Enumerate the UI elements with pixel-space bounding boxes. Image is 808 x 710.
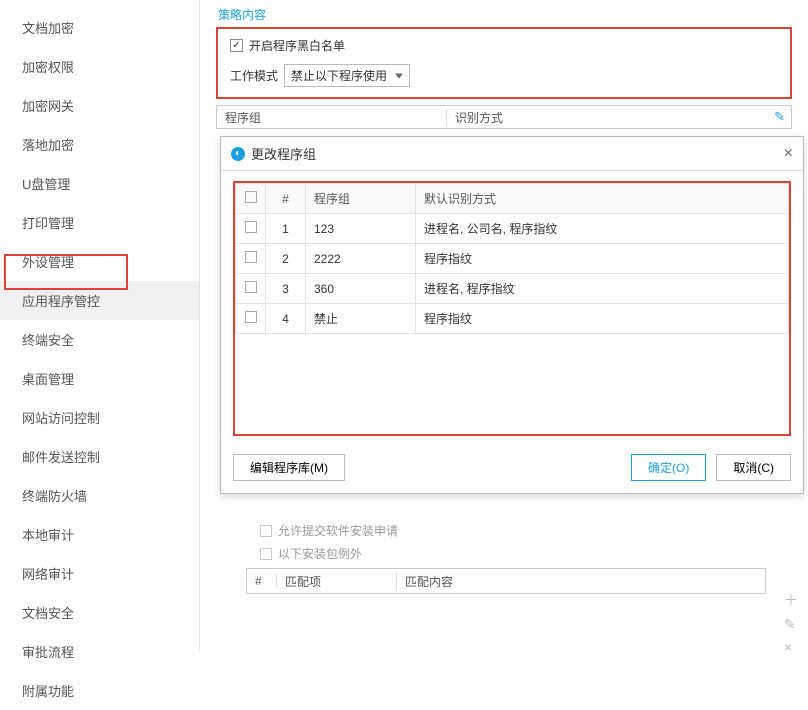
table-row[interactable]: 4 禁止 程序指纹 xyxy=(236,304,789,334)
sidebar-item-net-audit[interactable]: 网络审计 xyxy=(0,554,199,593)
sidebar: 文档加密 加密权限 加密网关 落地加密 U盘管理 打印管理 外设管理 应用程序管… xyxy=(0,0,200,651)
policy-section-title: 策略内容 xyxy=(216,6,792,23)
col-program-group: 程序组 xyxy=(217,109,447,126)
edit-program-lib-button[interactable]: 编辑程序库(M) xyxy=(233,454,345,481)
col-group: 程序组 xyxy=(306,184,416,214)
sidebar-item-mail-control[interactable]: 邮件发送控制 xyxy=(0,437,199,476)
installer-exception-label: 以下安装包例外 xyxy=(278,545,362,562)
grid-header-row: # 程序组 默认识别方式 xyxy=(236,184,789,214)
col-idx: # xyxy=(247,574,277,588)
cancel-button[interactable]: 取消(C) xyxy=(716,454,791,481)
sidebar-item-web-access[interactable]: 网站访问控制 xyxy=(0,398,199,437)
table-row[interactable]: 3 360 进程名, 程序指纹 xyxy=(236,274,789,304)
enable-blacklist-checkbox[interactable]: ✓ xyxy=(230,39,243,52)
table-row[interactable]: 2 2222 程序指纹 xyxy=(236,244,789,274)
pencil-icon[interactable]: ✎ xyxy=(784,616,798,633)
close-icon[interactable]: × xyxy=(784,145,793,163)
sidebar-item-endpoint-sec[interactable]: 终端安全 xyxy=(0,320,199,359)
enable-blacklist-label: 开启程序黑白名单 xyxy=(249,37,345,54)
col-number: # xyxy=(266,184,306,214)
select-all-checkbox[interactable] xyxy=(245,191,257,203)
program-table-header: 程序组 识别方式 ✎ xyxy=(216,105,792,129)
sidebar-item-local-audit[interactable]: 本地审计 xyxy=(0,515,199,554)
row-checkbox[interactable] xyxy=(245,251,257,263)
sidebar-item-device-mgmt[interactable]: 外设管理 xyxy=(0,242,199,281)
col-default-detect: 默认识别方式 xyxy=(416,184,789,214)
row-checkbox[interactable] xyxy=(245,311,257,323)
close-icon[interactable]: × xyxy=(784,639,798,655)
sidebar-item-aux[interactable]: 附属功能 xyxy=(0,671,199,710)
work-mode-label: 工作模式 xyxy=(230,67,278,84)
policy-config-box: ✓ 开启程序黑白名单 工作模式 禁止以下程序使用 xyxy=(216,27,792,99)
sidebar-item-encrypt-perm[interactable]: 加密权限 xyxy=(0,47,199,86)
exception-table: # 匹配项 匹配内容 xyxy=(246,568,766,594)
plus-icon[interactable]: ＋ xyxy=(784,590,798,610)
col-match-field: 匹配项 xyxy=(277,573,397,590)
work-mode-select[interactable]: 禁止以下程序使用 xyxy=(284,64,410,87)
row-checkbox[interactable] xyxy=(245,221,257,233)
pencil-icon[interactable]: ✎ xyxy=(774,109,785,125)
sidebar-item-approval[interactable]: 审批流程 xyxy=(0,632,199,671)
table-row[interactable]: 1 123 进程名, 公司名, 程序指纹 xyxy=(236,214,789,244)
dialog-title: 更改程序组 xyxy=(251,144,784,163)
installer-exception-checkbox[interactable] xyxy=(260,548,272,560)
row-checkbox[interactable] xyxy=(245,281,257,293)
ok-button[interactable]: 确定(O) xyxy=(631,454,706,481)
sidebar-item-print-mgmt[interactable]: 打印管理 xyxy=(0,203,199,242)
sidebar-item-encrypt-gateway[interactable]: 加密网关 xyxy=(0,86,199,125)
allow-install-request-label: 允许提交软件安装申请 xyxy=(278,522,398,539)
sidebar-item-land-encrypt[interactable]: 落地加密 xyxy=(0,125,199,164)
sidebar-item-doc-sec[interactable]: 文档安全 xyxy=(0,593,199,632)
sidebar-item-desktop-mgmt[interactable]: 桌面管理 xyxy=(0,359,199,398)
dialog-icon: ◐ xyxy=(231,147,245,161)
sidebar-item-doc-encrypt[interactable]: 文档加密 xyxy=(0,8,199,47)
sidebar-item-firewall[interactable]: 终端防火墙 xyxy=(0,476,199,515)
col-match-content: 匹配内容 xyxy=(397,573,765,590)
change-program-group-dialog: ◐ 更改程序组 × # 程序组 默认识别方式 1 123 进程名, 公司名, xyxy=(220,136,804,494)
sidebar-item-app-control[interactable]: 应用程序管控 xyxy=(0,281,199,320)
lower-section: 允许提交软件安装申请 以下安装包例外 # 匹配项 匹配内容 xyxy=(246,516,766,594)
program-group-grid: # 程序组 默认识别方式 1 123 进程名, 公司名, 程序指纹 2 2222… xyxy=(233,181,791,436)
col-detect-mode: 识别方式 xyxy=(447,109,791,126)
sidebar-item-usb-mgmt[interactable]: U盘管理 xyxy=(0,164,199,203)
allow-install-request-checkbox[interactable] xyxy=(260,525,272,537)
side-toolbar: ＋ ✎ × xyxy=(784,590,798,655)
